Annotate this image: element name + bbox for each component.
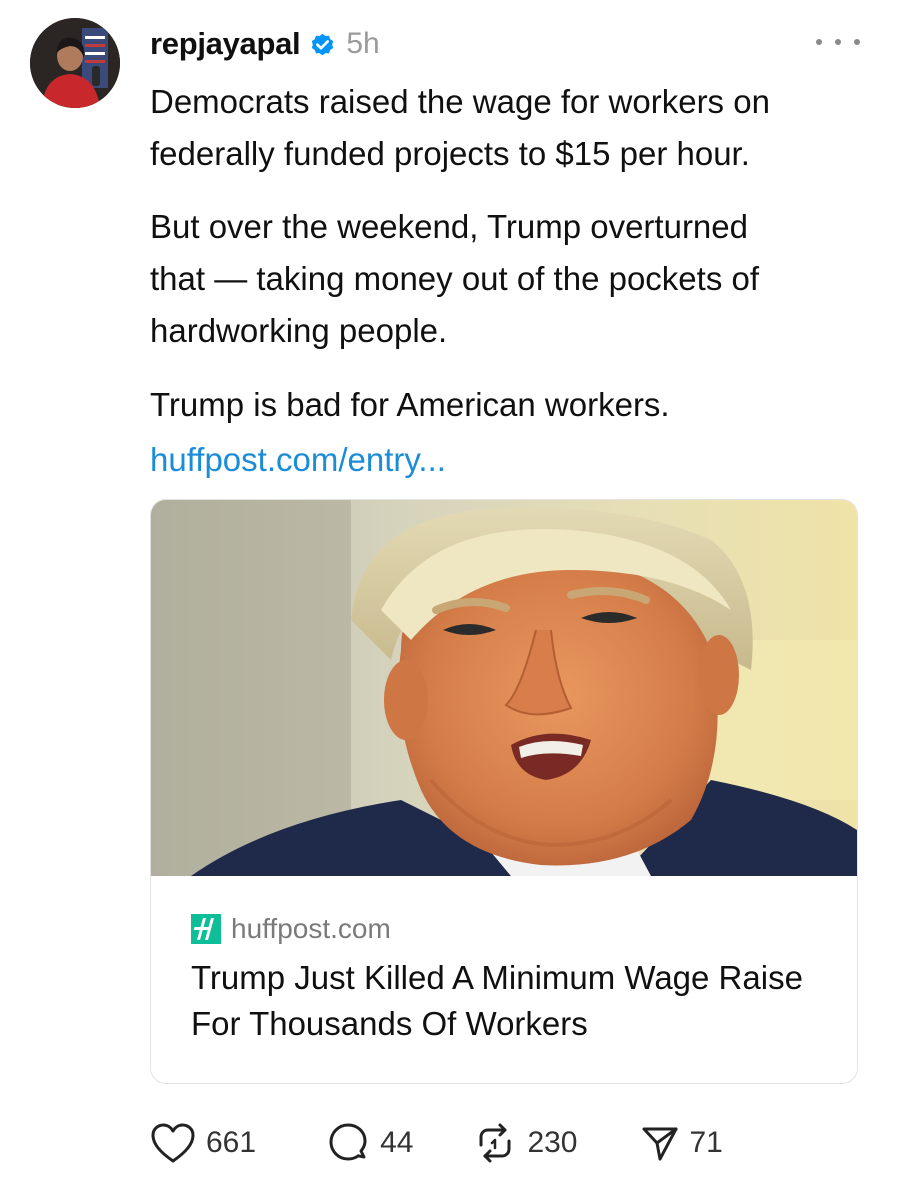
paragraph-2-line-2: that — taking money out of the pockets o… bbox=[150, 260, 760, 297]
post-paragraph: But over the weekend, Trump overturned t… bbox=[150, 201, 759, 357]
repost-icon bbox=[473, 1121, 517, 1165]
huffpost-logo-icon bbox=[191, 914, 221, 944]
share-icon bbox=[640, 1123, 680, 1163]
comment-icon bbox=[326, 1121, 370, 1165]
card-domain: huffpost.com bbox=[231, 913, 391, 944]
paragraph-1-line-2: federally funded projects to $15 per hou… bbox=[150, 135, 750, 172]
card-title[interactable]: Trump Just Killed A Minimum Wage Raise F… bbox=[191, 955, 831, 1047]
paragraph-2-line-1: But over the weekend, Trump overturned bbox=[150, 208, 748, 245]
post-link[interactable]: huffpost.com/entry... bbox=[150, 434, 446, 486]
like-button[interactable]: 661 bbox=[150, 1122, 256, 1164]
avatar[interactable] bbox=[30, 18, 120, 108]
verified-icon bbox=[309, 31, 336, 58]
share-count: 71 bbox=[689, 1126, 723, 1159]
repost-button[interactable]: 230 bbox=[473, 1121, 578, 1165]
card-image bbox=[151, 500, 857, 876]
paragraph-1-line-1: Democrats raised the wage for workers on bbox=[150, 83, 770, 120]
post-header: repjayapal 5h bbox=[150, 24, 380, 64]
share-button[interactable]: 71 bbox=[640, 1123, 723, 1163]
heart-icon bbox=[150, 1122, 196, 1164]
more-icon[interactable] bbox=[816, 34, 860, 50]
reply-button[interactable]: 44 bbox=[326, 1121, 413, 1165]
paragraph-2-line-3: hardworking people. bbox=[150, 312, 448, 349]
like-count: 661 bbox=[206, 1126, 257, 1159]
card-source: huffpost.com bbox=[191, 913, 391, 945]
link-preview-card[interactable]: huffpost.com Trump Just Killed A Minimum… bbox=[150, 499, 858, 1084]
reply-count: 44 bbox=[380, 1126, 414, 1159]
action-bar: 661 44 230 71 bbox=[150, 1120, 723, 1166]
post-paragraph: Trump is bad for American workers. bbox=[150, 386, 670, 423]
username[interactable]: repjayapal bbox=[150, 26, 301, 62]
post-paragraph: Democrats raised the wage for workers on… bbox=[150, 76, 770, 180]
post-time: 5h bbox=[346, 27, 380, 60]
repost-count: 230 bbox=[527, 1126, 578, 1159]
